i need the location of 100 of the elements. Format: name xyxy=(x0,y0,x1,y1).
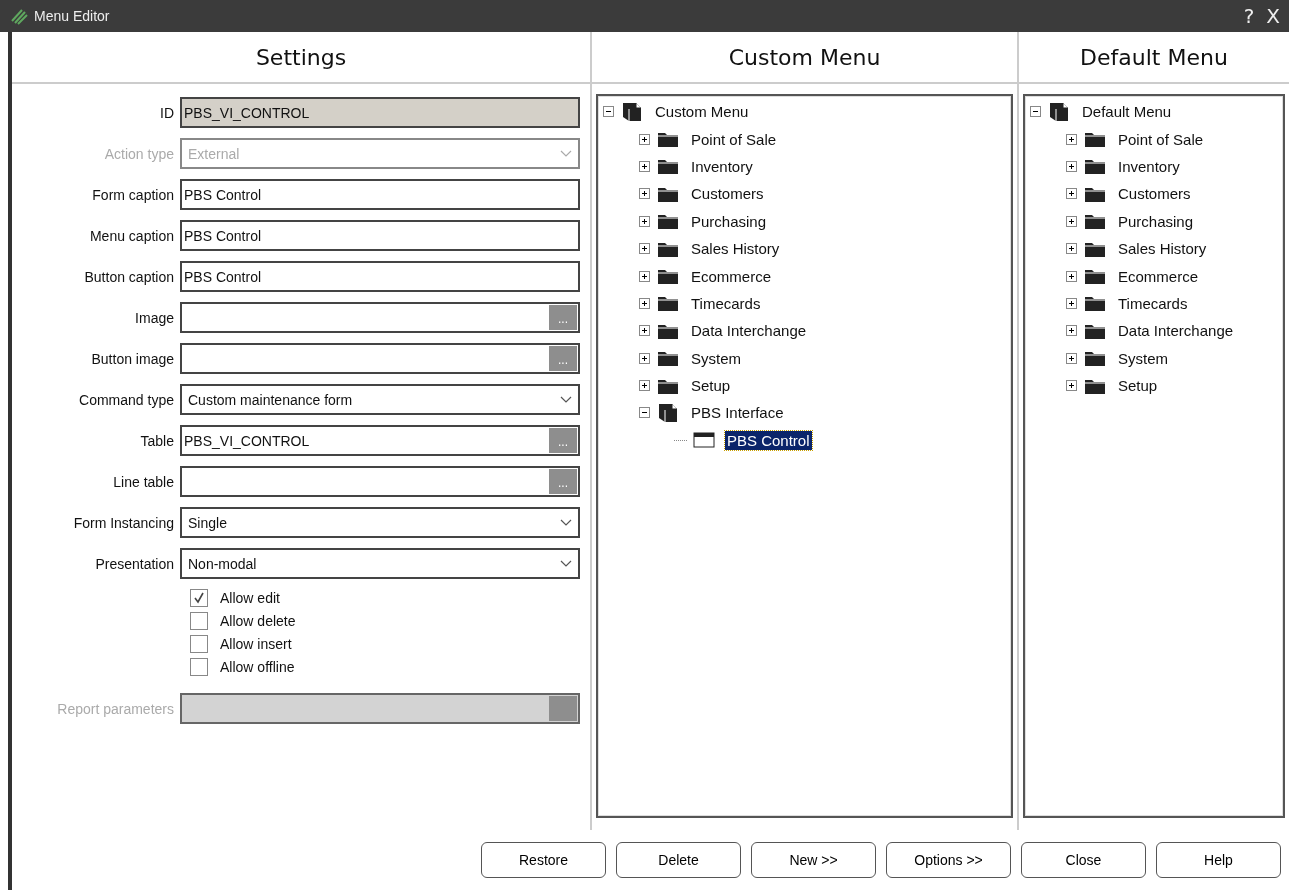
expand-icon[interactable] xyxy=(639,380,650,392)
tree-item[interactable]: PBS Control xyxy=(725,430,812,450)
expand-icon[interactable] xyxy=(1066,352,1077,364)
expand-icon[interactable] xyxy=(1066,160,1077,172)
expand-icon[interactable] xyxy=(639,133,650,145)
expand-icon[interactable] xyxy=(639,352,650,364)
field-label: Form caption xyxy=(91,186,175,203)
field-label: Button image xyxy=(90,350,175,367)
document-icon xyxy=(1048,101,1070,122)
tree-item[interactable]: System xyxy=(689,348,743,368)
tree-item[interactable]: Default Menu xyxy=(1080,102,1174,122)
folder-icon xyxy=(1084,267,1106,286)
dropdown[interactable]: Non-modal xyxy=(180,548,580,579)
checkbox[interactable] xyxy=(190,611,208,630)
folder-icon xyxy=(657,157,679,176)
tree-item[interactable]: Sales History xyxy=(689,239,782,259)
checkbox-label: Allow delete xyxy=(220,612,296,629)
tree-item[interactable]: Customers xyxy=(689,184,766,204)
expand-icon[interactable] xyxy=(639,270,650,282)
input-field[interactable]: PBS_VI_CONTROL ... xyxy=(180,425,580,456)
action-button[interactable]: Options >> xyxy=(886,842,1011,878)
input-field[interactable]: PBS Control xyxy=(180,261,580,292)
tree-item[interactable]: Point of Sale xyxy=(689,129,779,149)
tree-item[interactable]: Purchasing xyxy=(689,211,769,231)
folder-icon xyxy=(1084,349,1106,368)
folder-icon xyxy=(657,130,679,149)
tree-item[interactable]: Point of Sale xyxy=(1116,129,1206,149)
checkbox-label: Allow offline xyxy=(220,658,295,675)
expand-icon[interactable] xyxy=(639,188,650,200)
panel-heading: Default Menu xyxy=(1019,32,1289,84)
tree-item[interactable]: Setup xyxy=(1116,376,1160,396)
tree-item[interactable]: Ecommerce xyxy=(689,266,774,286)
window-close-button[interactable]: X xyxy=(1263,4,1283,28)
expand-icon[interactable] xyxy=(1066,243,1077,255)
folder-icon xyxy=(657,349,679,368)
window-icon xyxy=(693,431,715,450)
app-icon xyxy=(10,7,28,25)
folder-icon xyxy=(1084,294,1106,313)
tree-item[interactable]: PBS Interface xyxy=(689,403,786,423)
tree-item[interactable]: Custom Menu xyxy=(653,102,751,122)
action-button[interactable]: Delete xyxy=(616,842,741,878)
chevron-down-icon xyxy=(560,559,572,568)
expand-icon[interactable] xyxy=(1066,270,1077,282)
input-field[interactable]: PBS Control xyxy=(180,179,580,210)
field-label: Line table xyxy=(112,473,175,490)
tree-item[interactable]: Setup xyxy=(689,376,733,396)
expand-icon[interactable] xyxy=(1066,325,1077,337)
field-label: Menu caption xyxy=(88,227,175,244)
action-button[interactable]: Help xyxy=(1156,842,1281,878)
chevron-down-icon xyxy=(560,395,572,404)
folder-icon xyxy=(1084,130,1106,149)
folder-icon xyxy=(657,294,679,313)
collapse-icon[interactable] xyxy=(603,106,614,118)
tree-item[interactable]: Ecommerce xyxy=(1116,266,1201,286)
expand-icon[interactable] xyxy=(1066,188,1077,200)
expand-icon[interactable] xyxy=(639,297,650,309)
expand-icon[interactable] xyxy=(639,325,650,337)
tree-item[interactable]: Inventory xyxy=(689,156,755,176)
expand-icon[interactable] xyxy=(1066,380,1077,392)
panel-heading: Settings xyxy=(12,32,590,84)
expand-icon[interactable] xyxy=(639,160,650,172)
field-label: Image xyxy=(134,309,175,326)
input-field[interactable]: PBS_VI_CONTROL xyxy=(180,97,580,128)
checkbox[interactable] xyxy=(190,657,208,676)
expand-icon[interactable] xyxy=(639,243,650,255)
input-field[interactable]: PBS Control xyxy=(180,220,580,251)
field-label: Button caption xyxy=(83,268,175,285)
checkbox[interactable] xyxy=(190,634,208,653)
tree-item[interactable]: Timecards xyxy=(1116,293,1190,313)
field-label: ID xyxy=(159,104,175,121)
action-button[interactable]: Close xyxy=(1021,842,1146,878)
folder-icon xyxy=(657,267,679,286)
expand-icon[interactable] xyxy=(1066,215,1077,227)
tree-item[interactable]: Timecards xyxy=(689,293,763,313)
window-title: Menu Editor xyxy=(34,8,110,24)
action-button[interactable]: Restore xyxy=(481,842,606,878)
field-label: Form Instancing xyxy=(72,514,175,531)
document-icon xyxy=(657,403,679,423)
tree-item[interactable]: Data Interchange xyxy=(1116,321,1236,341)
tree-item[interactable]: Inventory xyxy=(1116,156,1182,176)
expand-icon[interactable] xyxy=(1066,297,1077,309)
tree-item[interactable]: Purchasing xyxy=(1116,211,1196,231)
folder-icon xyxy=(1084,212,1106,231)
dropdown[interactable]: Single xyxy=(180,507,580,538)
checkbox-label: Allow insert xyxy=(220,635,292,652)
tree-item[interactable]: Sales History xyxy=(1116,239,1209,259)
tree-item[interactable]: System xyxy=(1116,348,1170,368)
field-label: Table xyxy=(139,432,175,449)
tree-item[interactable]: Customers xyxy=(1116,184,1193,204)
dropdown[interactable]: Custom maintenance form xyxy=(180,384,580,415)
tree-item[interactable]: Data Interchange xyxy=(689,321,809,341)
checkbox[interactable] xyxy=(190,588,208,607)
collapse-icon[interactable] xyxy=(1030,106,1041,118)
expand-icon[interactable] xyxy=(1066,133,1077,145)
action-button[interactable]: New >> xyxy=(751,842,876,878)
checkbox-label: Allow edit xyxy=(220,589,280,606)
help-button[interactable]: ? xyxy=(1240,4,1258,28)
folder-icon xyxy=(1084,157,1106,176)
expand-icon[interactable] xyxy=(639,215,650,227)
collapse-icon[interactable] xyxy=(639,407,650,419)
